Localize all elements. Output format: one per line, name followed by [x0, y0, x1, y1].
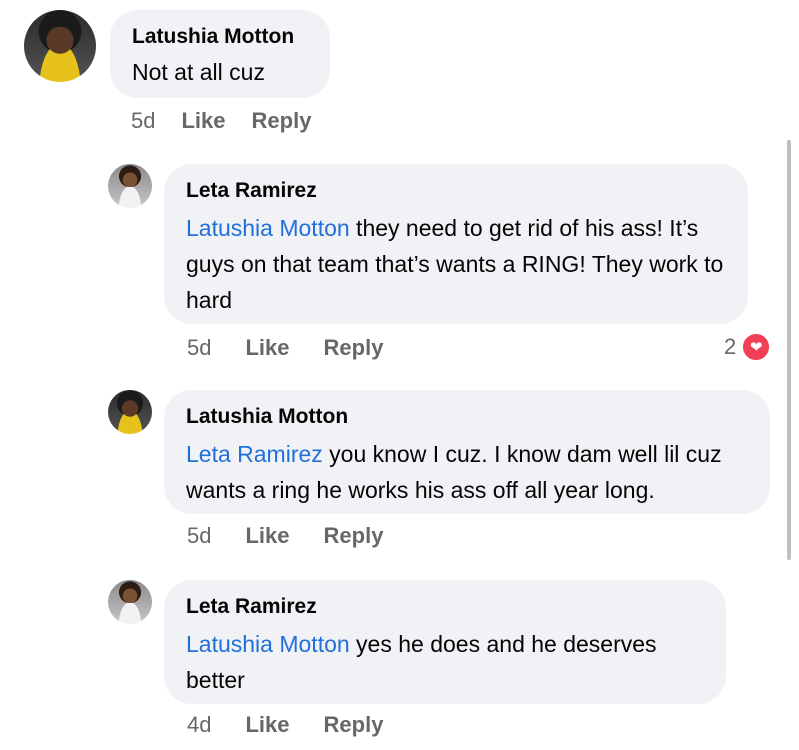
comment-text: Latushia Motton yes he does and he deser…	[186, 626, 704, 698]
comment-text: Not at all cuz	[132, 56, 308, 88]
avatar[interactable]	[108, 390, 152, 434]
comment-timestamp[interactable]: 5d	[187, 335, 211, 361]
avatar[interactable]	[24, 10, 96, 82]
reaction-summary[interactable]: 2 ❤	[724, 332, 772, 362]
heart-icon: ❤	[741, 332, 772, 362]
comment-timestamp[interactable]: 4d	[187, 712, 211, 738]
comment-author[interactable]: Leta Ramirez	[186, 594, 704, 620]
like-button[interactable]: Like	[245, 523, 289, 549]
comment-actions: 5d Like Reply	[187, 335, 417, 361]
comment-author[interactable]: Leta Ramirez	[186, 178, 726, 204]
like-button[interactable]: Like	[181, 108, 225, 134]
comment-bubble: Leta Ramirez Latushia Motton they need t…	[164, 164, 748, 324]
mention-link[interactable]: Latushia Motton	[186, 631, 350, 657]
reply-button[interactable]: Reply	[324, 712, 384, 738]
reply-button[interactable]: Reply	[324, 523, 384, 549]
comment-bubble: Leta Ramirez Latushia Motton yes he does…	[164, 580, 726, 704]
reply-button[interactable]: Reply	[324, 335, 384, 361]
scrollbar-thumb[interactable]	[787, 140, 791, 560]
like-button[interactable]: Like	[245, 712, 289, 738]
comment-timestamp[interactable]: 5d	[131, 108, 155, 134]
comment-bubble: Latushia Motton Not at all cuz	[110, 10, 330, 98]
comment-actions: 5d Like Reply	[187, 523, 417, 549]
like-button[interactable]: Like	[245, 335, 289, 361]
comment-author[interactable]: Latushia Motton	[186, 404, 748, 430]
comment-timestamp[interactable]: 5d	[187, 523, 211, 549]
avatar[interactable]	[108, 164, 152, 208]
comment-actions: 5d Like Reply	[131, 108, 345, 134]
comment-actions: 4d Like Reply	[187, 712, 417, 738]
comment-author[interactable]: Latushia Motton	[132, 24, 308, 50]
comment-bubble: Latushia Motton Leta Ramirez you know I …	[164, 390, 770, 514]
reply-button[interactable]: Reply	[252, 108, 312, 134]
comment-text: Latushia Motton they need to get rid of …	[186, 210, 726, 318]
comment-body: Not at all cuz	[132, 59, 265, 85]
reaction-count: 2	[724, 334, 737, 359]
mention-link[interactable]: Leta Ramirez	[186, 441, 323, 467]
comment-text: Leta Ramirez you know I cuz. I know dam …	[186, 436, 748, 508]
avatar[interactable]	[108, 580, 152, 624]
mention-link[interactable]: Latushia Motton	[186, 215, 350, 241]
